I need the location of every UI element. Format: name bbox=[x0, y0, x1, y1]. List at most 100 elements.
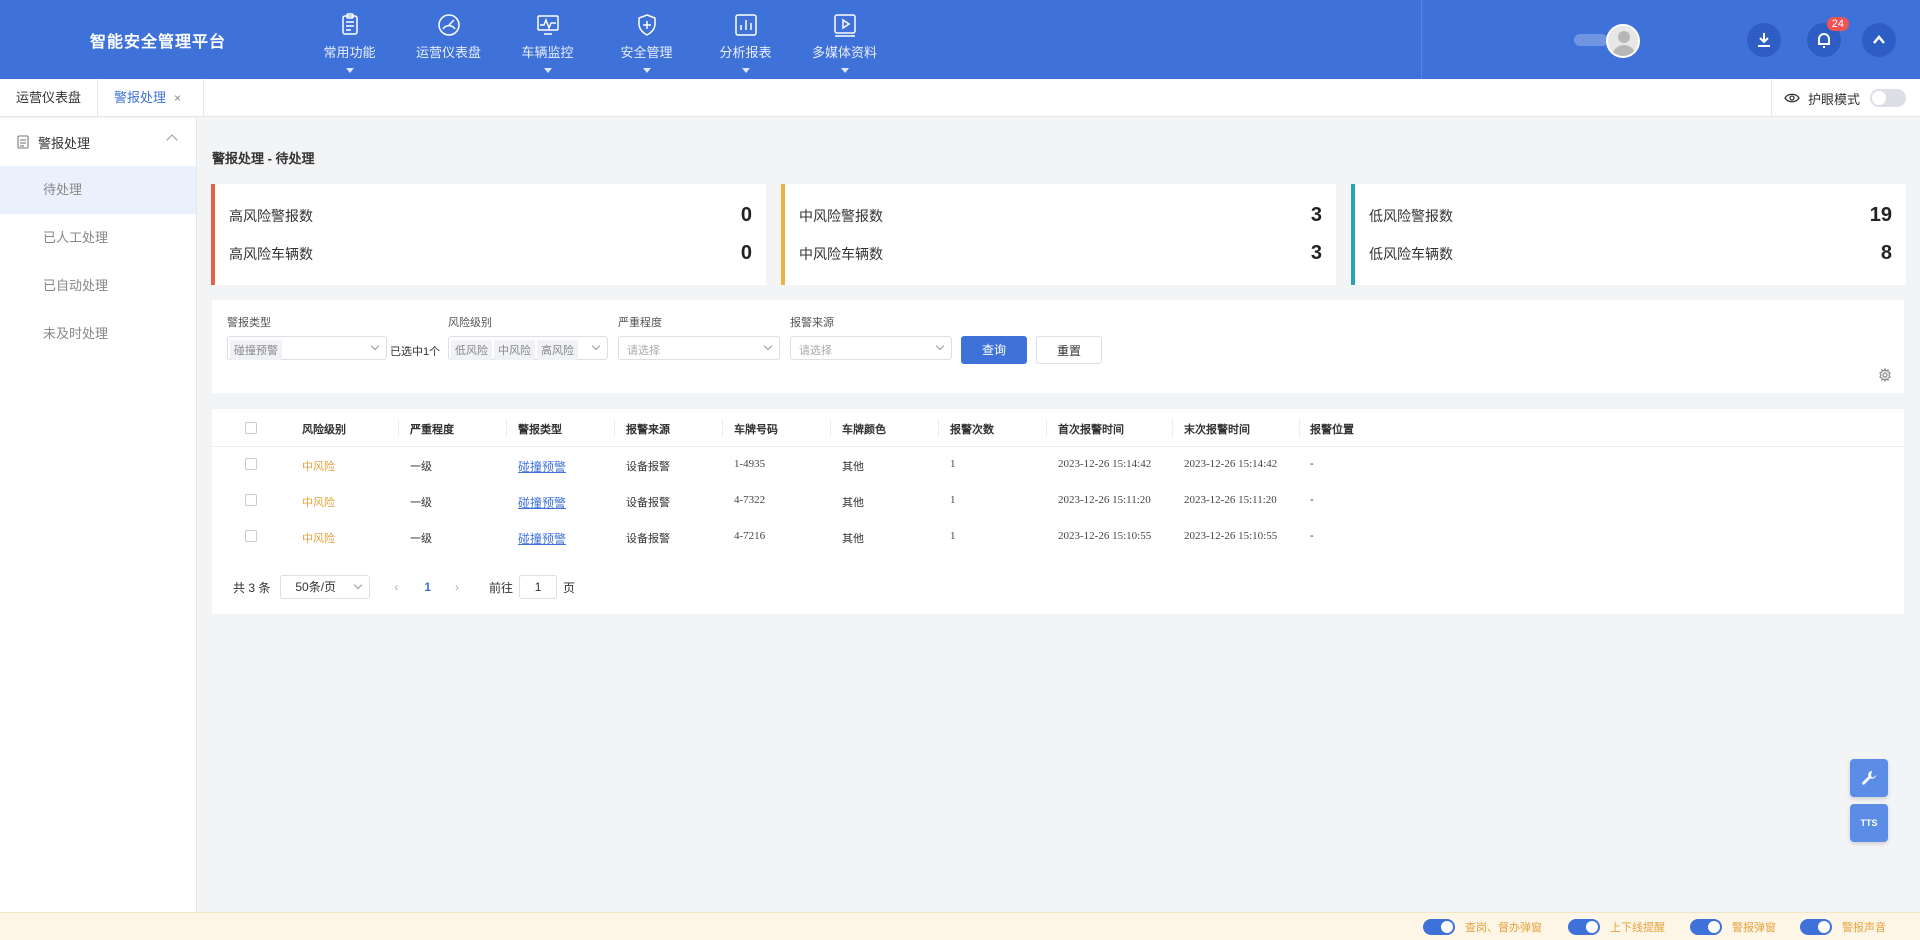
footer-toggle-online-offline[interactable]: 上下线提醒 bbox=[1568, 919, 1665, 935]
risk-level-cell: 中风险 bbox=[302, 497, 335, 509]
selected-tag: 低风险 bbox=[451, 340, 492, 360]
toggle-switch[interactable] bbox=[1800, 919, 1832, 935]
column-header[interactable]: 首次报警时间 bbox=[1058, 421, 1124, 437]
wrench-icon bbox=[1862, 771, 1876, 785]
selected-tag: 中风险 bbox=[494, 340, 535, 360]
eye-mode-toggle[interactable] bbox=[1870, 89, 1907, 107]
source-label: 报警来源 bbox=[790, 317, 834, 329]
notification-badge: 24 bbox=[1826, 17, 1849, 31]
eye-mode-label: 护眼模式 bbox=[1808, 91, 1861, 107]
chevron-down-icon bbox=[763, 341, 773, 351]
plate-color-cell: 其他 bbox=[842, 497, 864, 509]
filter-panel: 警报类型 碰撞预警 已选中1个 风险级别 低风险 中风险 高风险 严重程度 请选择 … bbox=[212, 300, 1904, 393]
sidebar-item-overdue[interactable]: 未及时处理 bbox=[0, 310, 196, 358]
close-icon[interactable]: × bbox=[174, 91, 181, 105]
column-header[interactable]: 报警次数 bbox=[950, 421, 994, 437]
tools-button[interactable] bbox=[1850, 759, 1888, 797]
footer-toggle-alarm-sound[interactable]: 警报声音 bbox=[1800, 919, 1886, 935]
nav-common-functions[interactable]: 常用功能 bbox=[300, 0, 399, 79]
toggle-label: 查岗、督办弹窗 bbox=[1465, 922, 1542, 934]
total-count: 共 3 条 bbox=[233, 580, 271, 595]
query-button[interactable]: 查询 bbox=[961, 336, 1027, 364]
notification-button[interactable]: 24 bbox=[1807, 17, 1849, 57]
next-page-button[interactable]: › bbox=[455, 580, 459, 594]
sidebar-group-alarm-handling[interactable]: 警报处理 bbox=[0, 118, 196, 166]
column-header[interactable]: 车牌颜色 bbox=[842, 421, 886, 437]
goto-label: 前往 bbox=[489, 580, 514, 595]
stat-value: 3 bbox=[1310, 242, 1322, 264]
prev-page-button[interactable]: ‹ bbox=[394, 580, 398, 594]
source-cell: 设备报警 bbox=[626, 497, 670, 509]
reset-button[interactable]: 重置 bbox=[1036, 336, 1102, 364]
toggle-switch[interactable] bbox=[1568, 919, 1600, 935]
footer-toggle-inspection-popup[interactable]: 查岗、督办弹窗 bbox=[1423, 919, 1542, 935]
risk-level-select[interactable]: 低风险 中风险 高风险 bbox=[448, 336, 608, 360]
nav-vehicle-monitoring[interactable]: 车辆监控 bbox=[498, 0, 597, 79]
location-cell: - bbox=[1310, 494, 1314, 506]
download-icon bbox=[1758, 33, 1770, 47]
nav-multimedia[interactable]: 多媒体资料 bbox=[795, 0, 894, 79]
plate-cell: 1-4935 bbox=[734, 458, 766, 470]
first-time-cell: 2023-12-26 15:11:20 bbox=[1058, 494, 1151, 506]
footer-toggle-alarm-popup[interactable]: 警报弹窗 bbox=[1690, 919, 1776, 935]
chevron-down-icon bbox=[543, 68, 552, 73]
tab-alarm-handling[interactable]: 警报处理 × bbox=[98, 79, 204, 117]
stat-label: 高风险车辆数 bbox=[229, 245, 313, 262]
toggle-switch[interactable] bbox=[1423, 919, 1455, 935]
alarm-type-select[interactable]: 碰撞预警 bbox=[227, 336, 387, 360]
row-checkbox[interactable] bbox=[245, 458, 257, 470]
collapse-header-button[interactable] bbox=[1862, 23, 1896, 57]
select-all-checkbox[interactable] bbox=[245, 422, 257, 434]
risk-level-label: 风险级别 bbox=[448, 317, 492, 329]
stat-value: 0 bbox=[740, 242, 752, 264]
count-cell: 1 bbox=[950, 458, 956, 470]
nav-security-management[interactable]: 安全管理 bbox=[597, 0, 696, 79]
download-button[interactable] bbox=[1747, 23, 1781, 57]
page-tabs: 运营仪表盘 警报处理 × 护眼模式 bbox=[0, 79, 1920, 117]
tab-operations-dashboard[interactable]: 运营仪表盘 bbox=[0, 79, 98, 117]
severity-select[interactable]: 请选择 bbox=[618, 336, 780, 360]
severity-cell: 一级 bbox=[410, 461, 432, 473]
column-header[interactable]: 报警位置 bbox=[1310, 421, 1354, 437]
nav-operations-dashboard[interactable]: 运营仪表盘 bbox=[399, 0, 498, 79]
selected-count-note: 已选中1个 bbox=[390, 346, 441, 358]
alarm-type-link[interactable]: 碰撞预警 bbox=[518, 458, 566, 475]
severity-cell: 一级 bbox=[410, 533, 432, 545]
sidebar-item-pending[interactable]: 待处理 bbox=[0, 166, 196, 214]
alarm-type-label: 警报类型 bbox=[227, 317, 271, 329]
header-toggle[interactable] bbox=[1574, 34, 1608, 46]
toggle-switch[interactable] bbox=[1690, 919, 1722, 935]
video-icon bbox=[833, 14, 856, 37]
risk-level-cell: 中风险 bbox=[302, 461, 335, 473]
sidebar-item-auto-handled[interactable]: 已自动处理 bbox=[0, 262, 196, 310]
count-cell: 1 bbox=[950, 530, 956, 542]
column-header[interactable]: 风险级别 bbox=[302, 421, 346, 437]
main-nav: 常用功能 运营仪表盘 车辆监控 安全管理 分析报表 多媒体资料 bbox=[300, 0, 894, 79]
column-header[interactable]: 警报类型 bbox=[518, 421, 562, 437]
plate-color-cell: 其他 bbox=[842, 533, 864, 545]
last-time-cell: 2023-12-26 15:11:20 bbox=[1184, 494, 1277, 506]
goto-page-input[interactable]: 1 bbox=[519, 575, 558, 599]
sidebar-item-manual-handled[interactable]: 已人工处理 bbox=[0, 214, 196, 262]
gear-icon[interactable] bbox=[1878, 368, 1892, 382]
column-header[interactable]: 末次报警时间 bbox=[1184, 421, 1250, 437]
clipboard-icon bbox=[341, 13, 358, 35]
alarm-type-link[interactable]: 碰撞预警 bbox=[518, 494, 566, 511]
nav-analysis-reports[interactable]: 分析报表 bbox=[696, 0, 795, 79]
bell-icon bbox=[1818, 33, 1830, 48]
alarm-type-link[interactable]: 碰撞预警 bbox=[518, 530, 566, 547]
header-divider bbox=[1421, 0, 1422, 79]
nav-label: 运营仪表盘 bbox=[415, 45, 481, 60]
page-size-select[interactable]: 50条/页 bbox=[280, 575, 371, 599]
goto-suffix: 页 bbox=[563, 580, 576, 595]
source-select[interactable]: 请选择 bbox=[790, 336, 952, 360]
tts-button[interactable]: TTS bbox=[1850, 804, 1888, 842]
avatar[interactable] bbox=[1606, 24, 1640, 58]
top-header: 智能安全管理平台 常用功能 运营仪表盘 车辆监控 安全管理 分析报表 多媒体资料… bbox=[0, 0, 1920, 79]
row-checkbox[interactable] bbox=[245, 494, 257, 506]
column-header[interactable]: 车牌号码 bbox=[734, 421, 778, 437]
row-checkbox[interactable] bbox=[245, 530, 257, 542]
page-number-current[interactable]: 1 bbox=[424, 580, 431, 594]
column-header[interactable]: 报警来源 bbox=[626, 421, 670, 437]
column-header[interactable]: 严重程度 bbox=[410, 421, 454, 437]
